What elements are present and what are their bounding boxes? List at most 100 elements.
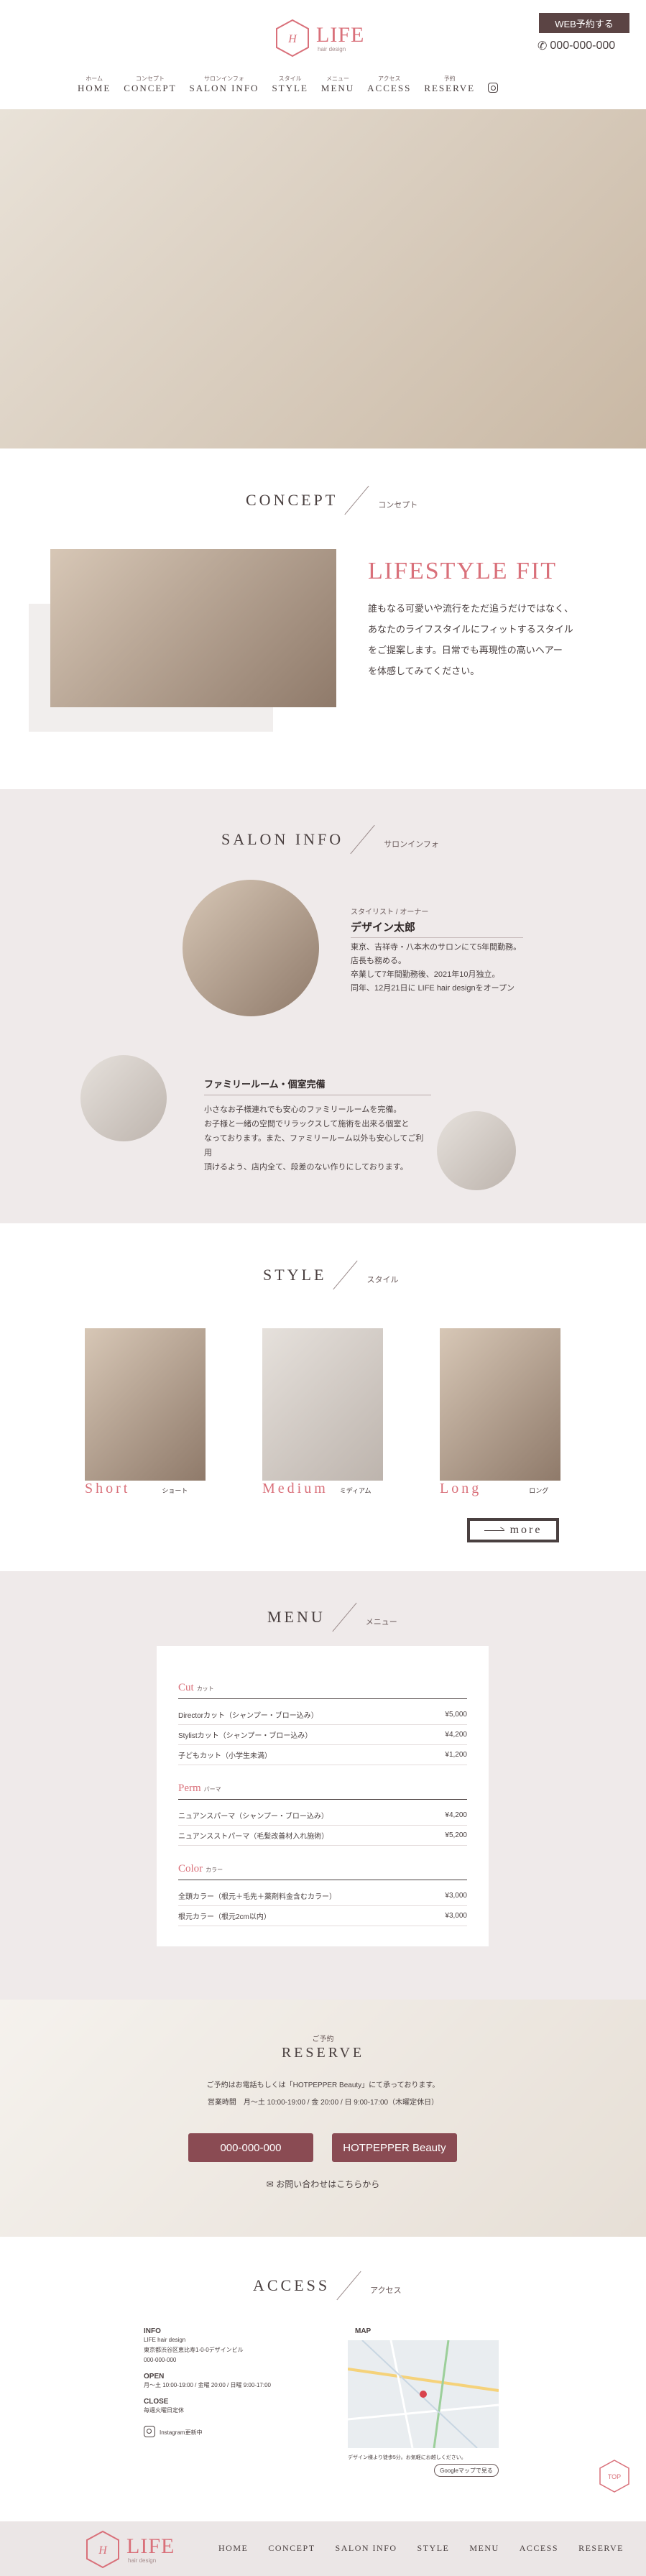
nav-label: SALON INFO — [189, 83, 259, 93]
menu-price: ¥3,000 — [445, 1892, 467, 1900]
menu-item: ニュアンスストパーマ（毛髪改善材入れ施術） — [178, 1833, 329, 1841]
section-subtitle: スタイル — [366, 1276, 399, 1284]
contact-link[interactable]: ✉ お問い合わせはこちらから — [0, 2178, 646, 2190]
concept-text: 誰もなる可愛いや流行をただ追うだけではなく、 あなたのライフスタイルにフィットす… — [368, 598, 605, 681]
nav-item-home[interactable]: ホーム HOME — [78, 75, 111, 94]
nav-item-reserve[interactable]: 予約 RESERVE — [424, 75, 475, 94]
menu-item: Directorカット（シャンプー・ブロー込み） — [178, 1712, 318, 1720]
info-line: 000-000-000 — [144, 2357, 177, 2363]
nav-kana: コンセプト — [135, 75, 165, 82]
footer-nav-style[interactable]: STYLE — [417, 2543, 450, 2554]
footer-nav-menu[interactable]: MENU — [469, 2543, 499, 2554]
menu-item: 子どもカット（小学生未満） — [178, 1752, 272, 1760]
slash-divider — [334, 2270, 366, 2301]
map-image[interactable] — [348, 2340, 499, 2448]
instagram-icon — [144, 2426, 155, 2437]
concept-heading: CONCEPT コンセプト — [246, 484, 417, 516]
style-kana: ロング — [529, 1487, 549, 1494]
info-heading: INFO — [144, 2327, 161, 2335]
owner-photo — [183, 880, 319, 1016]
slash-divider — [330, 1601, 361, 1633]
footer-logo[interactable]: H LIFE hair design — [85, 2530, 175, 2569]
logo[interactable]: H LIFE hair design — [274, 19, 364, 58]
menu-row: ニュアンスストパーマ（毛髪改善材入れ施術） ¥5,200 — [178, 1826, 467, 1846]
footer-nav: HOME CONCEPT SALON INFO STYLE MENU ACCES… — [218, 2543, 624, 2554]
back-to-top-button[interactable]: TOP — [596, 2458, 632, 2494]
nav-kana: ホーム — [86, 75, 103, 82]
menu-price: ¥3,000 — [445, 1912, 467, 1920]
concept-title: LIFESTYLE FIT — [368, 558, 558, 584]
nav-item-instagram[interactable] — [488, 83, 499, 94]
map-caption: デザイン様より徒歩5分。お気軽にお越しください。 — [348, 2455, 466, 2460]
section-title: SALON INFO — [221, 830, 344, 848]
nav-label: HOME — [78, 83, 111, 93]
web-reserve-button[interactable]: WEB予約する — [539, 13, 629, 33]
phone-reserve-button[interactable]: 000-000-000 — [188, 2133, 313, 2162]
slash-divider — [342, 484, 374, 516]
footer-nav-reserve[interactable]: RESERVE — [578, 2543, 624, 2554]
nav-kana: アクセス — [377, 75, 401, 82]
google-map-button[interactable]: Googleマップで見る — [434, 2464, 499, 2477]
menu-item: 全頭カラー（根元＋毛先＋薬剤料金含むカラー） — [178, 1893, 336, 1901]
hotpepper-button[interactable]: HOTPEPPER Beauty — [332, 2133, 457, 2162]
instagram-link[interactable]: Instagram更新中 — [144, 2426, 273, 2439]
family-room-title: ファミリールーム・個室完備 — [204, 1077, 431, 1095]
nav-label: CONCEPT — [124, 83, 177, 93]
menu-row: Directorカット（シャンプー・ブロー込み） ¥5,000 — [178, 1705, 467, 1725]
menu-category: Color カラー — [178, 1863, 467, 1880]
menu-price: ¥5,000 — [445, 1711, 467, 1719]
section-title: RESERVE — [281, 2045, 365, 2061]
owner-line: 東京、吉祥寺・八本木のサロンにて5年間勤務。 — [351, 943, 522, 952]
hexagon-logo-icon: H — [276, 19, 309, 58]
nav-item-access[interactable]: アクセス ACCESS — [367, 75, 411, 94]
nav-item-salon-info[interactable]: サロンインフォ SALON INFO — [190, 75, 259, 94]
section-title: MENU — [267, 1608, 326, 1626]
style-medium-image[interactable] — [262, 1328, 383, 1481]
menu-category: Cut カット — [178, 1682, 467, 1699]
svg-text:H: H — [98, 2544, 108, 2557]
style-kana: ショート — [162, 1487, 188, 1494]
category-name: Perm — [178, 1782, 201, 1794]
header-phone[interactable]: ✆ 000-000-000 — [537, 39, 615, 53]
footer-nav-home[interactable]: HOME — [218, 2543, 248, 2554]
style-short-image[interactable] — [85, 1328, 206, 1481]
menu-category: Perm パーマ — [178, 1782, 467, 1800]
menu-price: ¥1,200 — [445, 1751, 467, 1759]
nav-item-menu[interactable]: メニュー MENU — [321, 75, 354, 94]
reserve-note: ご予約はお電話もしくは「HOTPEPPER Beauty」にて承っております。 — [206, 2082, 440, 2089]
menu-group-color: Color カラー 全頭カラー（根元＋毛先＋薬剤料金含むカラー） ¥3,000 根元… — [178, 1863, 467, 1926]
nav-item-style[interactable]: スタイル STYLE — [272, 75, 308, 94]
top-label: TOP — [608, 2473, 621, 2480]
section-subtitle: メニュー — [365, 1618, 397, 1627]
category-name: Cut — [178, 1682, 194, 1693]
reserve-heading: ご予約 RESERVE — [0, 2033, 646, 2061]
open-hours: 月〜土 10:00-19:00 / 金曜 20:00 / 日曜 9:00-17:… — [144, 2382, 271, 2388]
menu-row: 根元カラー（根元2cm以内） ¥3,000 — [178, 1906, 467, 1926]
footer-nav-salon-info[interactable]: SALON INFO — [336, 2543, 397, 2554]
footer-nav-concept[interactable]: CONCEPT — [268, 2543, 315, 2554]
svg-text:H: H — [287, 33, 297, 45]
section-subtitle: ご予約 — [312, 2036, 334, 2043]
nav-item-concept[interactable]: コンセプト CONCEPT — [124, 75, 176, 94]
site-footer: H LIFE hair design HOME CONCEPT SALON IN… — [0, 2521, 646, 2576]
style-heading: STYLE スタイル — [263, 1259, 398, 1291]
footer-nav-access[interactable]: ACCESS — [520, 2543, 558, 2554]
menu-price: ¥4,200 — [445, 1731, 467, 1739]
style-long-image[interactable] — [440, 1328, 560, 1481]
section-title: STYLE — [263, 1266, 327, 1284]
access-info: INFO LIFE hair design 東京都渋谷区恵比寿1-0-0デザイン… — [144, 2327, 273, 2439]
nav-label: ACCESS — [367, 83, 412, 93]
family-line: お子様と一緒の空間でリラックスして施術を出来る個室と — [204, 1120, 410, 1128]
category-kana: パーマ — [203, 1786, 221, 1793]
phone-icon: ✆ — [537, 40, 548, 52]
map-heading: MAP — [355, 2327, 372, 2335]
category-kana: カラー — [206, 1867, 223, 1873]
more-button[interactable]: more — [466, 1517, 560, 1544]
menu-item: ニュアンスパーマ（シャンプー・ブロー込み） — [178, 1813, 328, 1821]
menu-group-perm: Perm パーマ ニュアンスパーマ（シャンプー・ブロー込み） ¥4,200 ニュアン… — [178, 1782, 467, 1846]
owner-line: 卒業して7年間勤務後、2021年10月独立。 — [351, 970, 500, 979]
menu-card: Cut カット Directorカット（シャンプー・ブロー込み） ¥5,000 St… — [157, 1646, 489, 1946]
mail-icon: ✉ — [266, 2179, 277, 2189]
menu-item: 根元カラー（根元2cm以内） — [178, 1913, 271, 1921]
hexagon-logo-icon: H — [86, 2530, 119, 2569]
